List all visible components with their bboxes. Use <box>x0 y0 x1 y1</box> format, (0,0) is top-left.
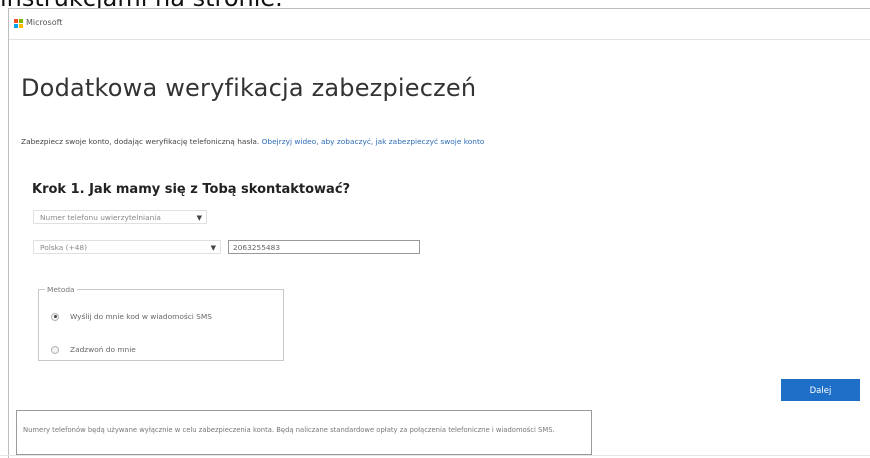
dropdown-arrow-icon: ▼ <box>210 244 216 252</box>
instructions-caption: instrukcjami na stronie. <box>0 0 870 8</box>
radio-label-call: Zadzwoń do mnie <box>70 345 136 354</box>
watch-video-link[interactable]: Obejrzyj wideo, aby zobaczyć, jak zabezp… <box>262 137 485 146</box>
method-group: Metoda Wyślij do mnie kod w wiadomości S… <box>38 285 284 361</box>
dropdown-arrow-icon: ▼ <box>196 214 202 222</box>
contact-method-select[interactable]: Numer telefonu uwierzytelniania ▼ <box>33 210 207 224</box>
brand-name: Microsoft <box>26 18 63 27</box>
method-legend: Metoda <box>47 285 75 294</box>
intro-description: Zabezpiecz swoje konto, dodając weryfika… <box>21 137 260 146</box>
phone-usage-notice: Numery telefonów będą używane wyłącznie … <box>16 410 592 455</box>
radio-option-sms[interactable]: Wyślij do mnie kod w wiadomości SMS <box>51 312 212 321</box>
country-select[interactable]: Polska (+48) ▼ <box>33 240 221 254</box>
radio-label-sms: Wyślij do mnie kod w wiadomości SMS <box>70 312 212 321</box>
intro-text: Zabezpiecz swoje konto, dodając weryfika… <box>21 137 484 146</box>
next-button[interactable]: Dalej <box>781 379 860 401</box>
phone-number-input[interactable] <box>228 240 420 254</box>
page-title: Dodatkowa weryfikacja zabezpieczeń <box>21 74 477 102</box>
radio-option-call[interactable]: Zadzwoń do mnie <box>51 345 136 354</box>
radio-button-sms[interactable] <box>51 312 59 321</box>
header-bar: Microsoft <box>9 9 870 40</box>
divider <box>0 455 870 456</box>
microsoft-logo-icon <box>14 19 23 28</box>
country-value: Polska (+48) <box>40 243 88 252</box>
contact-method-value: Numer telefonu uwierzytelniania <box>40 213 161 222</box>
step-heading: Krok 1. Jak mamy się z Tobą skontaktować… <box>32 182 351 197</box>
browser-window: Microsoft Dodatkowa weryfikacja zabezpie… <box>8 8 870 458</box>
radio-button-call[interactable] <box>51 345 59 354</box>
